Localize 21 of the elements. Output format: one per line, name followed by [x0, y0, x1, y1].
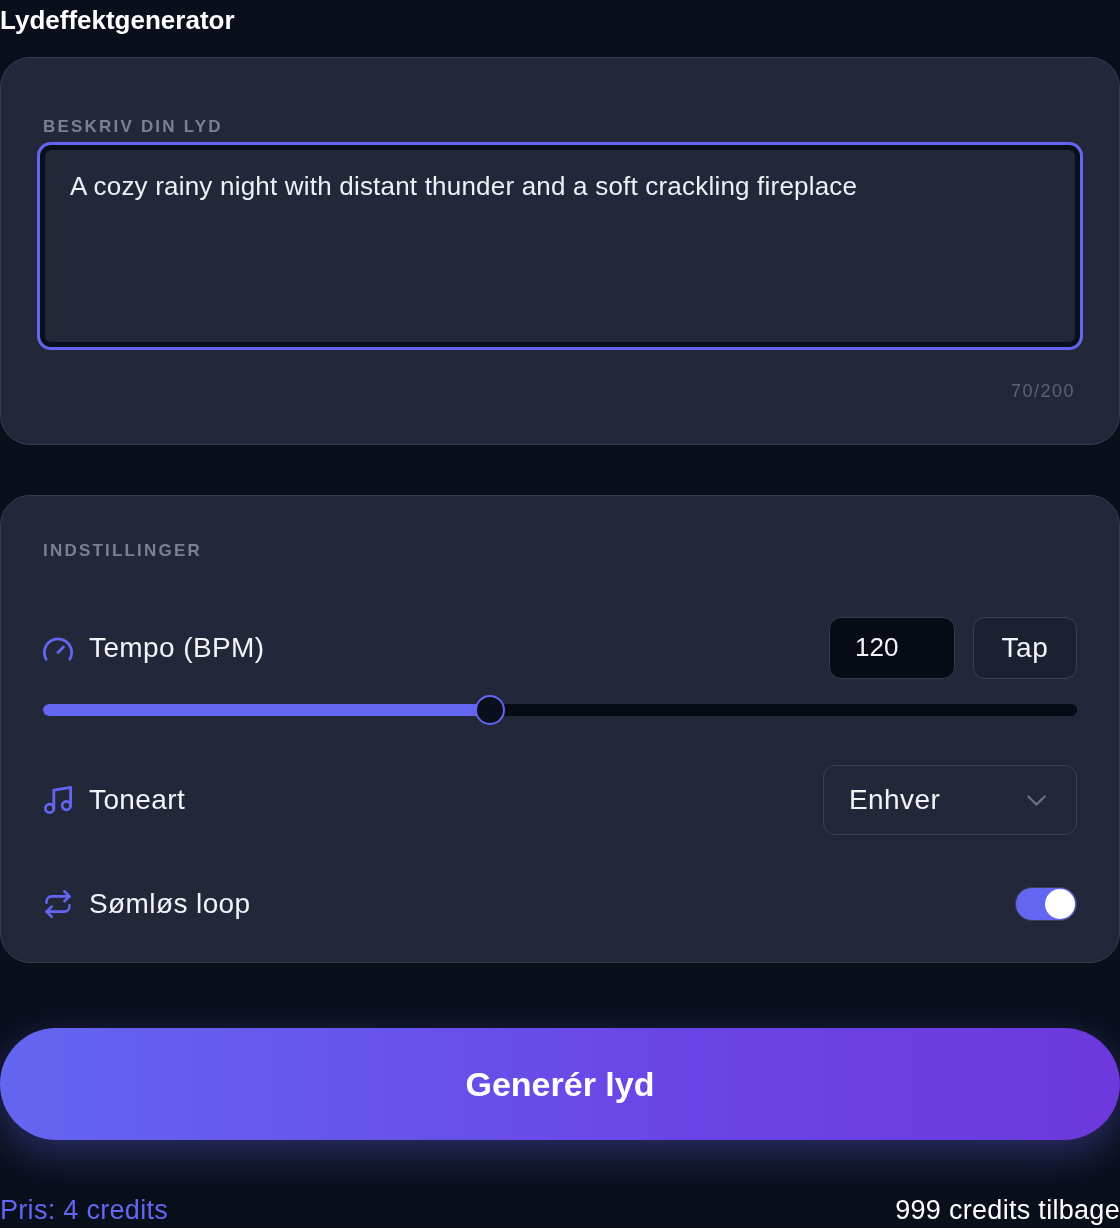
gauge-icon: [43, 634, 73, 662]
character-counter: 70/200: [1010, 380, 1075, 402]
tempo-label: Tempo (BPM): [89, 631, 265, 665]
key-dropdown[interactable]: Enhver: [823, 765, 1077, 835]
generate-button[interactable]: Generér lyd: [0, 1028, 1120, 1140]
slider-thumb[interactable]: [474, 695, 505, 725]
tempo-slider[interactable]: [43, 695, 1077, 725]
repeat-icon: [43, 890, 73, 918]
price-text: Pris: 4 credits: [0, 1194, 169, 1227]
loop-label: Sømløs loop: [89, 887, 251, 921]
settings-heading: INDSTILLINGER: [43, 540, 202, 562]
page-title: Lydeffektgenerator: [0, 4, 235, 37]
loop-toggle[interactable]: [1015, 887, 1077, 921]
music-note-icon: [43, 786, 73, 814]
key-label: Toneart: [89, 783, 186, 817]
chevron-down-icon: [1027, 794, 1046, 806]
bpm-input[interactable]: 120: [829, 617, 955, 679]
tap-button[interactable]: Tap: [973, 617, 1077, 679]
description-label: BESKRIV DIN LYD: [43, 116, 223, 138]
credits-balance-text: 999 credits tilbage: [895, 1194, 1120, 1227]
description-field[interactable]: A cozy rainy night with distant thunder and a soft crackling fireplace: [37, 142, 1083, 350]
